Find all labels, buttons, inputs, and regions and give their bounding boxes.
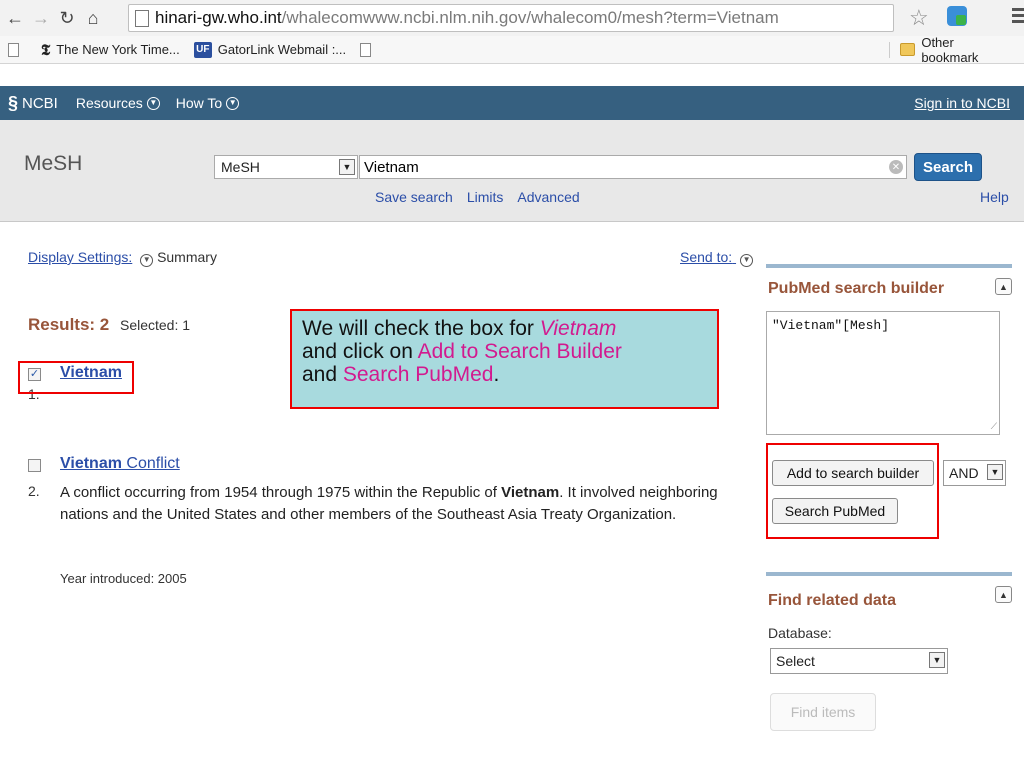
chevron-down-icon: ▼ <box>146 96 160 110</box>
result-2-title-link[interactable]: Vietnam Conflict <box>60 455 180 473</box>
ncbi-helix-icon: § <box>8 92 19 113</box>
resources-label: Resources <box>75 95 143 111</box>
builder-divider <box>766 264 1012 268</box>
bookmark-nyt[interactable]: 𝕿 The New York Time... <box>41 41 180 59</box>
bookmark-star-icon[interactable]: ☆ <box>909 5 929 31</box>
search-panel: MeSH MeSH ▼ ✕ Search Save search Limits … <box>0 120 1024 222</box>
results-count: Results: 2 Selected: 1 <box>28 315 190 335</box>
callout-text: and <box>302 363 343 386</box>
browser-menu-icon[interactable] <box>1012 8 1024 24</box>
advanced-link[interactable]: Advanced <box>517 189 579 205</box>
related-title: Find related data <box>768 592 897 609</box>
send-to-menu[interactable]: Send to: ▼ <box>680 249 754 267</box>
selected-count: Selected: 1 <box>119 317 191 333</box>
display-settings[interactable]: Display Settings: ▼ Summary <box>28 249 217 267</box>
howto-menu[interactable]: How To ▼ <box>175 95 240 111</box>
title-bold-part: Vietnam <box>60 455 122 472</box>
highlight-box-result-1 <box>18 361 134 394</box>
result-2-year: Year introduced: 2005 <box>60 571 187 586</box>
search-button[interactable]: Search <box>914 153 982 181</box>
callout-highlight: Search PubMed <box>342 363 494 386</box>
dropdown-arrow-icon: ▼ <box>987 464 1003 480</box>
title-rest-part: Conflict <box>121 455 180 472</box>
dropdown-arrow-icon: ▼ <box>929 652 945 668</box>
operator-value: AND <box>949 465 979 481</box>
display-settings-label: Display Settings: <box>28 249 133 265</box>
search-sub-links: Save search Limits Advanced <box>375 189 580 205</box>
callout-italic: Vietnam <box>539 317 617 340</box>
save-search-link[interactable]: Save search <box>375 189 453 205</box>
nyt-logo-icon: 𝕿 <box>41 40 51 59</box>
folder-icon <box>900 43 916 56</box>
other-bookmarks[interactable]: Other bookmark <box>900 35 1010 65</box>
builder-title: PubMed search builder <box>768 280 945 297</box>
home-icon[interactable]: ⌂ <box>82 7 104 29</box>
results-label: Results: 2 <box>28 315 110 334</box>
chevron-down-icon: ▼ <box>740 253 754 267</box>
forward-arrow-icon[interactable]: → <box>30 7 52 29</box>
url-path: /whalecomwww.ncbi.nlm.nih.gov/whalecom0/… <box>281 8 779 27</box>
ncbi-logo[interactable]: § NCBI <box>8 93 58 114</box>
instruction-callout: We will check the box for Vietnam and cl… <box>290 309 719 409</box>
callout-text: We will check the box for <box>302 317 540 340</box>
bookmarks-bar: 𝕿 The New York Time... UF GatorLink Webm… <box>0 35 1024 65</box>
page-icon <box>8 42 19 57</box>
page-icon <box>360 42 372 57</box>
database-select-value: MeSH <box>221 159 260 175</box>
resize-grip-icon[interactable]: ⟋ <box>991 422 997 432</box>
bookmark-blank-2[interactable] <box>360 42 379 57</box>
builder-query: "Vietnam"[Mesh] <box>772 318 890 333</box>
callout-text: . <box>493 363 500 386</box>
bookmark-blank[interactable] <box>8 42 27 57</box>
result-2-description: A conflict occurring from 1954 through 1… <box>60 482 760 526</box>
find-items-button[interactable]: Find items <box>770 693 876 731</box>
help-link[interactable]: Help <box>980 189 1009 205</box>
ncbi-logo-text: NCBI <box>22 94 58 112</box>
howto-label: How To <box>175 95 223 111</box>
bookmark-label: The New York Time... <box>56 42 180 57</box>
back-arrow-icon[interactable]: ← <box>4 7 26 29</box>
uf-logo-icon: UF <box>193 41 212 58</box>
resources-menu[interactable]: Resources ▼ <box>76 95 160 111</box>
sign-in-link[interactable]: Sign in to NCBI <box>914 95 1010 111</box>
display-settings-value: Summary <box>157 249 217 265</box>
database-title: MeSH <box>24 152 83 175</box>
bookmark-separator <box>889 42 890 58</box>
dropdown-arrow-icon: ▼ <box>339 159 355 175</box>
related-database-value: Select <box>776 653 815 669</box>
limits-link[interactable]: Limits <box>467 189 504 205</box>
other-bookmarks-label: Other bookmark <box>921 34 979 65</box>
page-icon <box>135 9 149 27</box>
callout-highlight: Add to Search Builder <box>417 340 622 363</box>
address-bar[interactable]: hinari-gw.who.int/whalecomwww.ncbi.nlm.n… <box>128 4 894 32</box>
bookmark-gatorlink[interactable]: UF GatorLink Webmail :... <box>193 41 347 58</box>
desc-text: A conflict occurring from 1954 through 1… <box>60 484 502 501</box>
search-builder-textarea[interactable]: "Vietnam"[Mesh] ⟋ <box>766 311 1000 435</box>
callout-text: and click on <box>302 340 418 363</box>
bookmark-label: GatorLink Webmail :... <box>217 42 347 57</box>
url-host: hinari-gw.who.int <box>155 8 282 27</box>
chevron-down-icon: ▼ <box>140 253 154 267</box>
send-to-label: Send to: <box>680 249 733 265</box>
result-2-checkbox[interactable] <box>28 459 41 472</box>
collapse-up-icon[interactable]: ▲ <box>995 278 1012 295</box>
ncbi-header: § NCBI Resources ▼ How To ▼ Sign in to N… <box>0 86 1024 120</box>
highlight-box-builder <box>766 443 939 539</box>
search-input[interactable] <box>359 155 907 179</box>
desc-bold: Vietnam <box>501 484 560 501</box>
chevron-down-icon: ▼ <box>226 96 240 110</box>
related-database-select[interactable]: Select ▼ <box>770 648 948 674</box>
database-select[interactable]: MeSH ▼ <box>214 155 358 179</box>
extension-icon[interactable] <box>947 6 967 26</box>
related-divider <box>766 572 1012 576</box>
reload-icon[interactable]: ↻ <box>56 7 78 29</box>
database-label: Database: <box>768 625 832 641</box>
clear-icon[interactable]: ✕ <box>889 160 903 174</box>
operator-select[interactable]: AND ▼ <box>943 460 1006 486</box>
browser-toolbar: ← → ↻ ⌂ hinari-gw.who.int/whalecomwww.nc… <box>0 0 1024 36</box>
result-2-number: 2. <box>28 483 40 499</box>
collapse-up-icon[interactable]: ▲ <box>995 586 1012 603</box>
